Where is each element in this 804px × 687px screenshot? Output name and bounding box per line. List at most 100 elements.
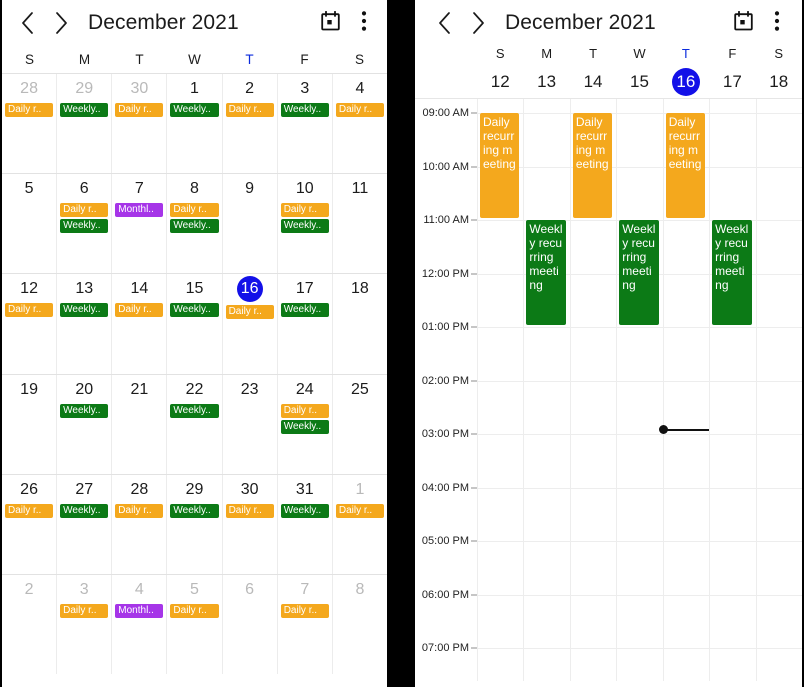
day-cell[interactable]: 7 Monthl.. [112, 174, 168, 274]
day-cell[interactable]: 27 Weekly.. [57, 474, 113, 574]
event-chip-weekly[interactable]: Weekly.. [280, 219, 329, 234]
week-day-number-5[interactable]: 17 [709, 68, 755, 98]
event-chip-weekly[interactable]: Weekly.. [60, 403, 109, 418]
day-cell[interactable]: 22 Weekly.. [167, 374, 223, 474]
next-week-button[interactable] [461, 4, 495, 42]
day-cell[interactable]: 13 Weekly.. [57, 274, 113, 374]
day-cell[interactable]: 6 Daily r.. Weekly.. [57, 174, 113, 274]
day-cell[interactable]: 8 [333, 575, 387, 674]
day-cell[interactable]: 31 Weekly.. [278, 474, 333, 574]
event-chip-weekly[interactable]: Weekly.. [170, 103, 219, 117]
day-cell[interactable]: 29 Weekly.. [167, 474, 223, 574]
day-cell[interactable]: 25 [333, 375, 387, 474]
event-chip-daily[interactable]: Daily r.. [280, 603, 329, 618]
day-cell[interactable]: 30 Daily r.. [223, 474, 278, 574]
day-cell[interactable]: 4 Monthl.. [112, 574, 168, 675]
event-chip-daily[interactable]: Daily r.. [115, 503, 164, 518]
event-chip-daily[interactable]: Daily r.. [60, 603, 109, 618]
calendar-event-daily[interactable]: Daily recurring meeting [480, 113, 520, 218]
day-cell[interactable]: 7 Daily r.. [278, 574, 333, 675]
event-chip-daily[interactable]: Daily r.. [335, 103, 384, 117]
day-cell[interactable]: 8 Daily r.. Weekly.. [167, 174, 223, 274]
previous-month-button[interactable] [10, 4, 44, 42]
day-cell[interactable]: 19 [2, 374, 58, 474]
event-chip-weekly[interactable]: Weekly.. [280, 303, 329, 318]
event-chip-daily[interactable]: Daily r.. [115, 103, 164, 117]
event-chip-monthly[interactable]: Monthl.. [115, 203, 164, 218]
day-cell[interactable]: 26 Daily r.. [2, 474, 58, 574]
event-chip-monthly[interactable]: Monthl.. [115, 603, 164, 618]
event-chip-daily[interactable]: Daily r.. [280, 203, 329, 218]
calendar-event-weekly[interactable]: Weekly recurring meeting [619, 220, 659, 325]
week-day-number-2[interactable]: 14 [570, 68, 616, 98]
day-cell[interactable]: 28 Daily r.. [112, 474, 168, 574]
day-cell[interactable]: 10 Daily r.. Weekly.. [278, 174, 333, 274]
day-cell[interactable]: 16 Daily r.. [223, 274, 278, 374]
week-overflow-menu-button[interactable] [760, 3, 794, 43]
calendar-event-daily[interactable]: Daily recurring meeting [572, 113, 613, 218]
event-chip-weekly[interactable]: Weekly.. [280, 503, 329, 518]
day-cell[interactable]: 23 [223, 374, 278, 474]
go-to-date-button[interactable] [313, 3, 347, 43]
event-chip-weekly[interactable]: Weekly.. [60, 303, 109, 318]
day-cell[interactable]: 3 Daily r.. [57, 574, 113, 675]
day-cell[interactable]: 21 [112, 374, 168, 474]
week-day-number-3[interactable]: 15 [616, 68, 662, 98]
week-weekday-0: S [495, 46, 505, 61]
event-chip-weekly[interactable]: Weekly.. [280, 419, 329, 434]
day-cell[interactable]: 5 Daily r.. [167, 574, 223, 675]
calendar-event-weekly[interactable]: Weekly recurring meeting [526, 220, 566, 325]
day-cell[interactable]: 2 [2, 574, 58, 675]
day-cell[interactable]: 2 Daily r.. [223, 74, 278, 174]
event-chip-weekly[interactable]: Weekly.. [280, 103, 329, 117]
day-cell[interactable]: 29 Weekly.. [57, 74, 113, 174]
day-cell[interactable]: 4 Daily r.. [333, 74, 387, 173]
day-cell[interactable]: 18 [333, 274, 387, 373]
event-chip-daily[interactable]: Daily r.. [170, 203, 219, 218]
week-day-number-4[interactable]: 16 [663, 68, 709, 98]
event-chip-weekly[interactable]: Weekly.. [60, 219, 109, 234]
day-cell[interactable]: 12 Daily r.. [2, 274, 58, 374]
event-chip-weekly[interactable]: Weekly.. [170, 403, 219, 418]
event-chip-daily[interactable]: Daily r.. [280, 403, 329, 418]
event-chip-daily[interactable]: Daily r.. [225, 305, 274, 320]
day-cell[interactable]: 15 Weekly.. [167, 274, 223, 374]
event-chip-daily[interactable]: Daily r.. [115, 303, 164, 318]
event-chip-weekly[interactable]: Weekly.. [170, 303, 219, 318]
day-cell[interactable]: 6 [223, 574, 278, 675]
day-cell[interactable]: 30 Daily r.. [112, 74, 168, 174]
day-cell[interactable]: 3 Weekly.. [278, 74, 333, 174]
event-chip-daily[interactable]: Daily r.. [5, 103, 54, 117]
day-cell[interactable]: 14 Daily r.. [112, 274, 168, 374]
event-chip-weekly[interactable]: Weekly.. [60, 503, 109, 518]
week-timegrid[interactable]: 09:00 AM 10:00 AM 11:00 AM 12:00 PM 01:00 PM… [415, 98, 802, 681]
day-cell[interactable]: 1 Weekly.. [167, 74, 223, 174]
event-chip-daily[interactable]: Daily r.. [335, 503, 384, 518]
calendar-event-daily[interactable]: Daily recurring meeting [665, 113, 706, 218]
day-cell[interactable]: 1 Daily r.. [333, 475, 387, 574]
event-chip-weekly[interactable]: Weekly.. [60, 103, 109, 117]
calendar-event-weekly[interactable]: Weekly recurring meeting [712, 220, 752, 325]
week-day-number-1[interactable]: 13 [523, 68, 569, 98]
event-chip-daily[interactable]: Daily r.. [5, 303, 54, 318]
month-overflow-menu-button[interactable] [347, 3, 381, 43]
day-cell[interactable]: 17 Weekly.. [278, 274, 333, 374]
event-chip-daily[interactable]: Daily r.. [170, 603, 219, 618]
event-chip-weekly[interactable]: Weekly.. [170, 503, 219, 518]
event-chip-daily[interactable]: Daily r.. [225, 503, 274, 518]
go-to-date-button-week[interactable] [726, 3, 760, 43]
day-cell[interactable]: 11 [333, 174, 387, 273]
day-cell[interactable]: 5 [2, 174, 58, 274]
previous-week-button[interactable] [427, 4, 461, 42]
day-cell[interactable]: 24 Daily r.. Weekly.. [278, 374, 333, 474]
week-day-number-6[interactable]: 18 [756, 68, 802, 98]
next-month-button[interactable] [44, 4, 78, 42]
day-cell[interactable]: 9 [223, 174, 278, 274]
event-chip-weekly[interactable]: Weekly.. [170, 219, 219, 234]
event-chip-daily[interactable]: Daily r.. [60, 203, 109, 218]
day-cell[interactable]: 28 Daily r.. [2, 74, 58, 174]
week-day-number-0[interactable]: 12 [477, 68, 523, 98]
event-chip-daily[interactable]: Daily r.. [225, 103, 274, 117]
event-chip-daily[interactable]: Daily r.. [5, 503, 54, 518]
day-cell[interactable]: 20 Weekly.. [57, 374, 113, 474]
